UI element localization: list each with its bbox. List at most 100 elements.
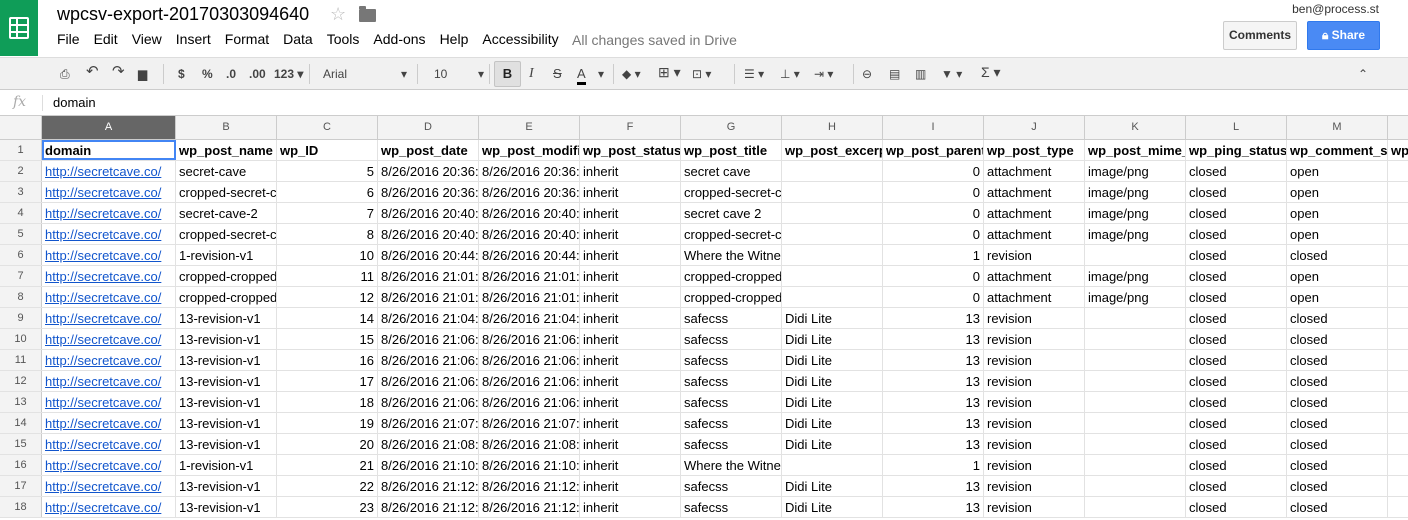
table-cell[interactable]: image/png: [1085, 266, 1186, 286]
table-cell[interactable]: 8/26/2016 21:01:: [479, 287, 580, 307]
table-cell[interactable]: closed: [1186, 455, 1287, 475]
column-header[interactable]: A: [42, 116, 176, 139]
table-cell[interactable]: inherit: [580, 182, 681, 202]
column-header[interactable]: M: [1287, 116, 1388, 139]
currency-format-button[interactable]: $: [178, 66, 185, 82]
table-cell[interactable]: image/png: [1085, 161, 1186, 181]
redo-icon[interactable]: ↷: [112, 64, 125, 80]
table-cell[interactable]: http://secretcave.co/: [42, 392, 176, 412]
table-cell[interactable]: 7: [277, 203, 378, 223]
column-header[interactable]: C: [277, 116, 378, 139]
row-header[interactable]: 10: [0, 329, 42, 349]
table-cell[interactable]: 1: [883, 245, 984, 265]
table-cell[interactable]: closed: [1287, 392, 1388, 412]
table-cell[interactable]: 8/26/2016 20:40:: [479, 224, 580, 244]
row-header[interactable]: 3: [0, 182, 42, 202]
table-cell[interactable]: inherit: [580, 413, 681, 433]
table-cell[interactable]: closed: [1287, 329, 1388, 349]
table-cell[interactable]: closed: [1186, 224, 1287, 244]
table-cell[interactable]: [1388, 476, 1408, 496]
table-cell[interactable]: [1085, 434, 1186, 454]
menu-view[interactable]: View: [132, 31, 162, 47]
table-cell[interactable]: attachment: [984, 224, 1085, 244]
table-cell[interactable]: safecss: [681, 371, 782, 391]
table-cell[interactable]: open: [1287, 203, 1388, 223]
table-cell[interactable]: closed: [1287, 245, 1388, 265]
table-cell[interactable]: secret cave 2: [681, 203, 782, 223]
menu-help[interactable]: Help: [440, 31, 469, 47]
table-cell[interactable]: [1388, 308, 1408, 328]
table-cell[interactable]: Didi Lite: [782, 497, 883, 517]
table-cell[interactable]: revision: [984, 329, 1085, 349]
table-cell[interactable]: inherit: [580, 224, 681, 244]
table-cell[interactable]: closed: [1186, 266, 1287, 286]
table-cell[interactable]: inherit: [580, 497, 681, 517]
table-cell[interactable]: 16: [277, 350, 378, 370]
table-cell[interactable]: attachment: [984, 161, 1085, 181]
chevron-down-icon[interactable]: ▾: [598, 66, 604, 82]
table-cell[interactable]: open: [1287, 182, 1388, 202]
table-cell[interactable]: 8/26/2016 21:12:: [378, 497, 479, 517]
table-cell[interactable]: revision: [984, 413, 1085, 433]
increase-decimal-button[interactable]: .00: [249, 66, 266, 82]
table-cell[interactable]: [1388, 224, 1408, 244]
column-header[interactable]: F: [580, 116, 681, 139]
table-cell[interactable]: cropped-cropped: [176, 287, 277, 307]
menu-insert[interactable]: Insert: [176, 31, 211, 47]
table-cell[interactable]: safecss: [681, 413, 782, 433]
formula-input[interactable]: domain: [53, 95, 96, 110]
table-cell[interactable]: closed: [1186, 161, 1287, 181]
table-cell[interactable]: inherit: [580, 266, 681, 286]
table-cell[interactable]: 8/26/2016 21:07:: [479, 413, 580, 433]
table-cell[interactable]: closed: [1186, 434, 1287, 454]
table-cell[interactable]: 8: [277, 224, 378, 244]
table-cell[interactable]: 1-revision-v1: [176, 245, 277, 265]
table-cell[interactable]: [1388, 287, 1408, 307]
table-cell[interactable]: 0: [883, 287, 984, 307]
table-cell[interactable]: [1388, 266, 1408, 286]
table-cell[interactable]: safecss: [681, 329, 782, 349]
table-cell[interactable]: 18: [277, 392, 378, 412]
table-cell[interactable]: 15: [277, 329, 378, 349]
header-cell[interactable]: wp: [1388, 140, 1408, 160]
table-cell[interactable]: 8/26/2016 21:06:: [378, 329, 479, 349]
table-cell[interactable]: 12: [277, 287, 378, 307]
row-header[interactable]: 17: [0, 476, 42, 496]
table-cell[interactable]: 8/26/2016 20:36:: [479, 161, 580, 181]
table-cell[interactable]: http://secretcave.co/: [42, 434, 176, 454]
table-cell[interactable]: 13: [883, 392, 984, 412]
table-cell[interactable]: 8/26/2016 21:01:: [378, 266, 479, 286]
row-header[interactable]: 15: [0, 434, 42, 454]
table-cell[interactable]: 8/26/2016 21:12:: [479, 497, 580, 517]
row-header[interactable]: 1: [0, 140, 42, 160]
table-cell[interactable]: image/png: [1085, 203, 1186, 223]
table-cell[interactable]: 8/26/2016 21:06:: [479, 371, 580, 391]
table-cell[interactable]: Didi Lite: [782, 371, 883, 391]
table-cell[interactable]: revision: [984, 350, 1085, 370]
header-cell[interactable]: wp_post_excerp: [782, 140, 883, 160]
decrease-decimal-button[interactable]: .0: [226, 66, 236, 82]
table-cell[interactable]: 13-revision-v1: [176, 476, 277, 496]
table-cell[interactable]: attachment: [984, 203, 1085, 223]
table-cell[interactable]: cropped-secret-c: [176, 224, 277, 244]
row-header[interactable]: 16: [0, 455, 42, 475]
header-cell[interactable]: wp_ping_status: [1186, 140, 1287, 160]
table-cell[interactable]: 19: [277, 413, 378, 433]
row-header[interactable]: 12: [0, 371, 42, 391]
table-cell[interactable]: [782, 182, 883, 202]
table-cell[interactable]: 11: [277, 266, 378, 286]
table-cell[interactable]: Didi Lite: [782, 434, 883, 454]
table-cell[interactable]: closed: [1186, 392, 1287, 412]
table-cell[interactable]: 8/26/2016 20:44:: [378, 245, 479, 265]
table-cell[interactable]: revision: [984, 476, 1085, 496]
table-cell[interactable]: 1: [883, 455, 984, 475]
row-header[interactable]: 5: [0, 224, 42, 244]
table-cell[interactable]: 0: [883, 182, 984, 202]
column-header[interactable]: H: [782, 116, 883, 139]
table-cell[interactable]: http://secretcave.co/: [42, 224, 176, 244]
table-cell[interactable]: 13: [883, 350, 984, 370]
column-header[interactable]: K: [1085, 116, 1186, 139]
table-cell[interactable]: 8/26/2016 21:01:: [378, 287, 479, 307]
table-cell[interactable]: http://secretcave.co/: [42, 413, 176, 433]
comments-button[interactable]: Comments: [1223, 21, 1297, 50]
